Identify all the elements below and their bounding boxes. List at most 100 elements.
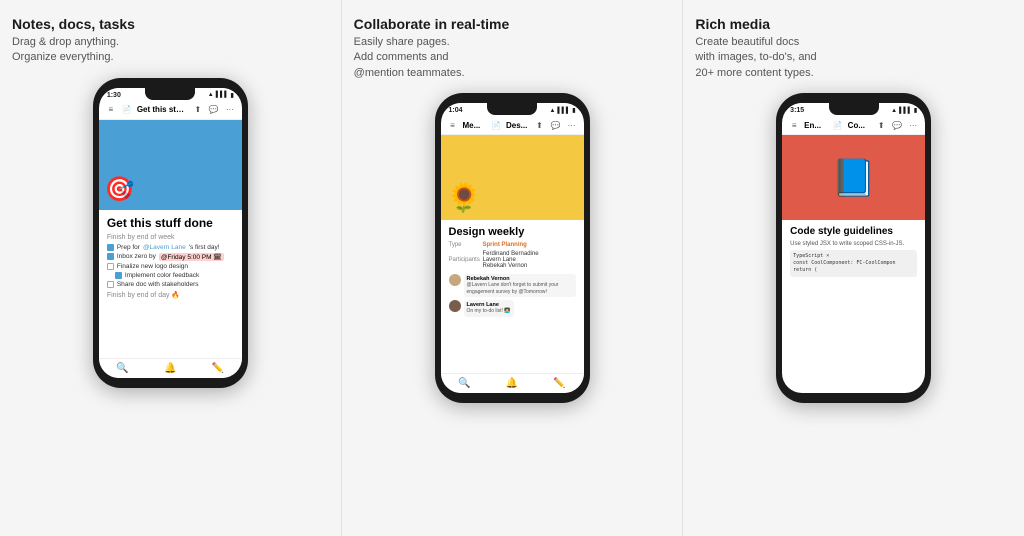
page-subtitle: Use styled JSX to write scoped CSS-in-JS… bbox=[790, 241, 917, 247]
wifi-icon: ▲ bbox=[549, 108, 555, 114]
task-item: Inbox zero by @Friday 5:00 PM 🗓 bbox=[107, 253, 234, 261]
panel-rich-media: Rich media Create beautiful docswith ima… bbox=[683, 0, 1024, 536]
search-icon[interactable]: 🔍 bbox=[458, 378, 470, 389]
hero-image: 🎯 bbox=[99, 120, 242, 210]
page-icon: 📄 bbox=[832, 119, 844, 131]
sunflower-icon: 🌻 bbox=[447, 181, 482, 214]
comment-row-2: Lavern Lane On my to-do list! 👩‍💻 bbox=[449, 300, 576, 317]
nav-bar: ≡ En... 📄 Co... ⬆ 💬 ··· bbox=[782, 116, 925, 135]
more-icon[interactable]: ··· bbox=[224, 104, 236, 116]
time-display: 1:30 bbox=[107, 92, 121, 99]
menu-icon[interactable]: ≡ bbox=[788, 119, 800, 131]
panel-header: Notes, docs, tasks Drag & drop anything.… bbox=[12, 16, 329, 66]
page-content: Get this stuff done Finish by end of wee… bbox=[99, 210, 242, 358]
task-item: Implement color feedback bbox=[115, 272, 234, 279]
menu-icon[interactable]: ≡ bbox=[105, 104, 117, 116]
task-checkbox[interactable] bbox=[115, 272, 122, 279]
hero-image: 🌻 bbox=[441, 135, 584, 220]
phone-mockup: 1:04 ▲ ▌▌▌ ▮ ≡ Me... 📄 Des... ⬆ 💬 ··· 🌻 bbox=[435, 93, 590, 403]
target-icon: 🎯 bbox=[105, 175, 135, 204]
battery-icon: ▮ bbox=[914, 107, 917, 114]
page-icon: 📄 bbox=[121, 104, 133, 116]
comment-text-1: @Lavern Lane don't forget to submit your… bbox=[467, 282, 573, 295]
meta-participants-row: Participants Ferdinand BernadineLavern L… bbox=[449, 251, 576, 269]
comment-row-1: Rebekah Vernon @Lavern Lane don't forget… bbox=[449, 274, 576, 297]
comment-bubble-1: Rebekah Vernon @Lavern Lane don't forget… bbox=[464, 274, 576, 297]
task-item: Finalize new logo design bbox=[107, 263, 234, 270]
battery-icon: ▮ bbox=[572, 107, 575, 114]
panel-collaborate: Collaborate in real-time Easily share pa… bbox=[342, 0, 684, 536]
share-icon[interactable]: ⬆ bbox=[192, 104, 204, 116]
battery-icon: ▮ bbox=[231, 92, 234, 99]
section-label: Finish by end of week bbox=[107, 234, 234, 241]
page-title: Design weekly bbox=[449, 226, 576, 238]
compose-icon[interactable]: ✏️ bbox=[553, 378, 565, 389]
section-label-2: Finish by end of day 🔥 bbox=[107, 291, 234, 299]
phone-mockup: 3:15 ▲ ▌▌▌ ▮ ≡ En... 📄 Co... ⬆ 💬 ··· 📘 bbox=[776, 93, 931, 403]
hero-image: 📘 bbox=[782, 135, 925, 220]
task-checkbox[interactable] bbox=[107, 244, 114, 251]
avatar-2 bbox=[449, 300, 461, 312]
nav-title-left: Me... bbox=[463, 121, 487, 130]
comment-icon[interactable]: 💬 bbox=[550, 119, 562, 131]
signal-icon: ▌▌▌ bbox=[899, 108, 912, 114]
bottom-bar: 🔍 🔔 ✏️ bbox=[441, 373, 584, 393]
time-display: 1:04 bbox=[449, 107, 463, 114]
task-checkbox[interactable] bbox=[107, 253, 114, 260]
book-icon: 📘 bbox=[831, 157, 876, 199]
wifi-icon: ▲ bbox=[891, 108, 897, 114]
task-item: Prep for @Lavern Lane's first day! bbox=[107, 244, 234, 251]
task-checkbox[interactable] bbox=[107, 281, 114, 288]
nav-title-left: En... bbox=[804, 121, 828, 130]
task-checkbox[interactable] bbox=[107, 263, 114, 270]
signal-icon: ▌▌▌ bbox=[216, 92, 229, 98]
search-icon[interactable]: 🔍 bbox=[116, 363, 128, 374]
page-title: Get this stuff done bbox=[107, 216, 234, 230]
page-content: Code style guidelines Use styled JSX to … bbox=[782, 220, 925, 393]
status-icons: ▲ ▌▌▌ ▮ bbox=[891, 107, 917, 114]
phone-mockup: 1:30 ▲ ▌▌▌ ▮ ≡ 📄 Get this stuff do... ⬆ … bbox=[93, 78, 248, 388]
nav-title-right: Co... bbox=[848, 121, 872, 130]
signal-icon: ▌▌▌ bbox=[557, 108, 570, 114]
nav-title: Get this stuff do... bbox=[137, 105, 188, 114]
compose-icon[interactable]: ✏️ bbox=[212, 363, 224, 374]
type-label: Type bbox=[449, 242, 479, 248]
participants-list: Ferdinand BernadineLavern LaneRebekah Ve… bbox=[483, 251, 539, 269]
panel-subtitle: Create beautiful docswith images, to-do'… bbox=[695, 35, 1012, 81]
nav-bar: ≡ Me... 📄 Des... ⬆ 💬 ··· bbox=[441, 116, 584, 135]
page-title: Code style guidelines bbox=[790, 226, 917, 237]
page-content: Design weekly Type Sprint Planning Parti… bbox=[441, 220, 584, 373]
notification-icon[interactable]: 🔔 bbox=[164, 363, 176, 374]
participants-label: Participants bbox=[449, 257, 479, 263]
code-line: return ( bbox=[793, 267, 914, 274]
time-display: 3:15 bbox=[790, 107, 804, 114]
phone-screen: 1:04 ▲ ▌▌▌ ▮ ≡ Me... 📄 Des... ⬆ 💬 ··· 🌻 bbox=[441, 103, 584, 393]
comment-icon[interactable]: 💬 bbox=[208, 104, 220, 116]
avatar-1 bbox=[449, 274, 461, 286]
phone-notch bbox=[145, 88, 195, 100]
meta-type-row: Type Sprint Planning bbox=[449, 242, 576, 248]
comment-text-2: On my to-do list! 👩‍💻 bbox=[467, 308, 511, 315]
participant-name: Rebekah Vernon bbox=[483, 263, 539, 269]
more-icon[interactable]: ··· bbox=[566, 119, 578, 131]
phone-screen: 3:15 ▲ ▌▌▌ ▮ ≡ En... 📄 Co... ⬆ 💬 ··· 📘 bbox=[782, 103, 925, 393]
comment-bubble-2: Lavern Lane On my to-do list! 👩‍💻 bbox=[464, 300, 514, 317]
page-icon: 📄 bbox=[490, 119, 502, 131]
more-icon[interactable]: ··· bbox=[907, 119, 919, 131]
share-icon[interactable]: ⬆ bbox=[875, 119, 887, 131]
panel-header: Rich media Create beautiful docswith ima… bbox=[695, 16, 1012, 81]
phone-notch bbox=[829, 103, 879, 115]
menu-icon[interactable]: ≡ bbox=[447, 119, 459, 131]
notification-icon[interactable]: 🔔 bbox=[506, 378, 518, 389]
code-block: TypeScript ×const CoolComponent: FC-Cool… bbox=[790, 250, 917, 277]
share-icon[interactable]: ⬆ bbox=[534, 119, 546, 131]
nav-title-right: Des... bbox=[506, 121, 530, 130]
panel-notes: Notes, docs, tasks Drag & drop anything.… bbox=[0, 0, 342, 536]
code-line: const CoolComponent: FC-CoolCompon bbox=[793, 260, 914, 267]
type-value: Sprint Planning bbox=[483, 242, 527, 248]
wifi-icon: ▲ bbox=[208, 92, 214, 98]
status-icons: ▲ ▌▌▌ ▮ bbox=[208, 92, 234, 99]
panel-header: Collaborate in real-time Easily share pa… bbox=[354, 16, 671, 81]
phone-notch bbox=[487, 103, 537, 115]
comment-icon[interactable]: 💬 bbox=[891, 119, 903, 131]
